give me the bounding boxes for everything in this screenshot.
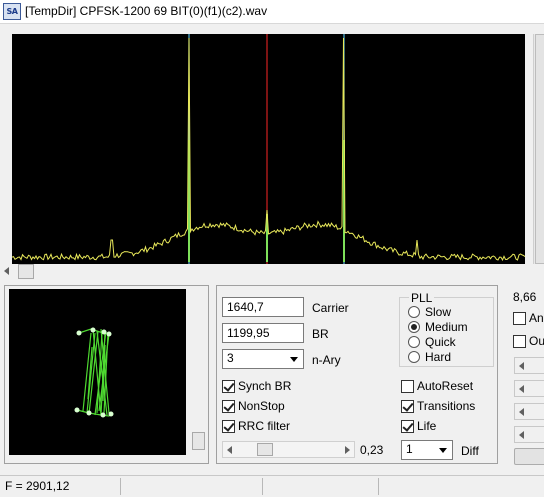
- synch-br-label: Synch BR: [238, 379, 292, 393]
- right-action-button[interactable]: [514, 448, 544, 465]
- pll-hard-radio[interactable]: [408, 351, 420, 363]
- pll-medium-label: Medium: [425, 320, 468, 334]
- an-checkbox[interactable]: [513, 312, 526, 325]
- title-bar: SA [TempDir] CPFSK-1200 69 BIT(0)(f1)(c2…: [0, 0, 544, 24]
- diff-label: Diff: [461, 444, 479, 458]
- autoreset-checkbox[interactable]: [401, 380, 414, 393]
- rrc-rolloff-value: 0,23: [360, 443, 384, 457]
- slider-left-arrow-icon[interactable]: [227, 446, 232, 454]
- window-title: [TempDir] CPFSK-1200 69 BIT(0)(f1)(c2).w…: [25, 4, 268, 18]
- life-checkbox[interactable]: [401, 420, 414, 433]
- status-separator: [378, 478, 379, 495]
- chevron-down-icon: [290, 357, 298, 362]
- pll-quick-radio[interactable]: [408, 336, 420, 348]
- pll-slow-radio[interactable]: [408, 306, 420, 318]
- pll-quick-label: Quick: [425, 335, 456, 349]
- rrc-rolloff-slider[interactable]: [222, 441, 355, 458]
- right-slider-3[interactable]: [514, 403, 544, 420]
- n-ary-label: n-Ary: [312, 353, 341, 367]
- n-ary-select[interactable]: 3: [222, 349, 304, 369]
- transitions-label: Transitions: [417, 399, 476, 413]
- slider-thumb[interactable]: [257, 443, 273, 456]
- status-bar: [0, 475, 544, 497]
- scroll-thumb[interactable]: [18, 264, 34, 279]
- status-separator: [262, 478, 263, 495]
- right-slider-2[interactable]: [514, 380, 544, 397]
- rrc-filter-label: RRC filter: [238, 419, 291, 433]
- carrier-label: Carrier: [312, 301, 349, 315]
- scroll-thumb[interactable]: [192, 432, 205, 450]
- status-frequency: F = 2901,12: [5, 479, 70, 493]
- eye-vertical-scrollbar[interactable]: [191, 289, 206, 455]
- ou-checkbox[interactable]: [513, 335, 526, 348]
- slider-right-arrow-icon[interactable]: [345, 446, 350, 454]
- transitions-checkbox[interactable]: [401, 400, 414, 413]
- pll-title: PLL: [409, 291, 435, 305]
- n-ary-value: 3: [227, 351, 234, 365]
- diff-value: 1: [406, 442, 413, 456]
- status-separator: [120, 478, 121, 495]
- eye-pattern-display: [9, 289, 186, 455]
- br-label: BR: [312, 327, 329, 341]
- scroll-thumb[interactable]: [535, 34, 544, 264]
- level-value: 8,66: [513, 290, 537, 304]
- br-input[interactable]: 1199,95: [222, 323, 304, 343]
- spectrum-trace: [12, 37, 525, 262]
- scroll-left-arrow-icon[interactable]: [4, 267, 9, 275]
- nonstop-checkbox[interactable]: [222, 400, 235, 413]
- spectrum-vertical-scrollbar[interactable]: [533, 34, 544, 264]
- chevron-down-icon: [439, 448, 447, 453]
- right-slider-1[interactable]: [514, 357, 544, 374]
- life-label: Life: [417, 419, 437, 433]
- nonstop-label: NonStop: [238, 399, 285, 413]
- right-slider-4[interactable]: [514, 426, 544, 443]
- app-logo-icon: SA: [3, 3, 21, 20]
- pll-hard-label: Hard: [425, 350, 452, 364]
- rrc-filter-checkbox[interactable]: [222, 420, 235, 433]
- synch-br-checkbox[interactable]: [222, 380, 235, 393]
- diff-select[interactable]: 1: [401, 440, 453, 460]
- pll-slow-label: Slow: [425, 305, 452, 319]
- an-label: An: [529, 311, 544, 325]
- spectrum-horizontal-scrollbar[interactable]: [0, 264, 498, 279]
- autoreset-label: AutoReset: [417, 379, 474, 393]
- spectrum-display[interactable]: [12, 34, 525, 264]
- carrier-input[interactable]: 1640,7: [222, 297, 304, 317]
- pll-medium-radio[interactable]: [408, 321, 420, 333]
- ou-label: Ou: [529, 334, 544, 348]
